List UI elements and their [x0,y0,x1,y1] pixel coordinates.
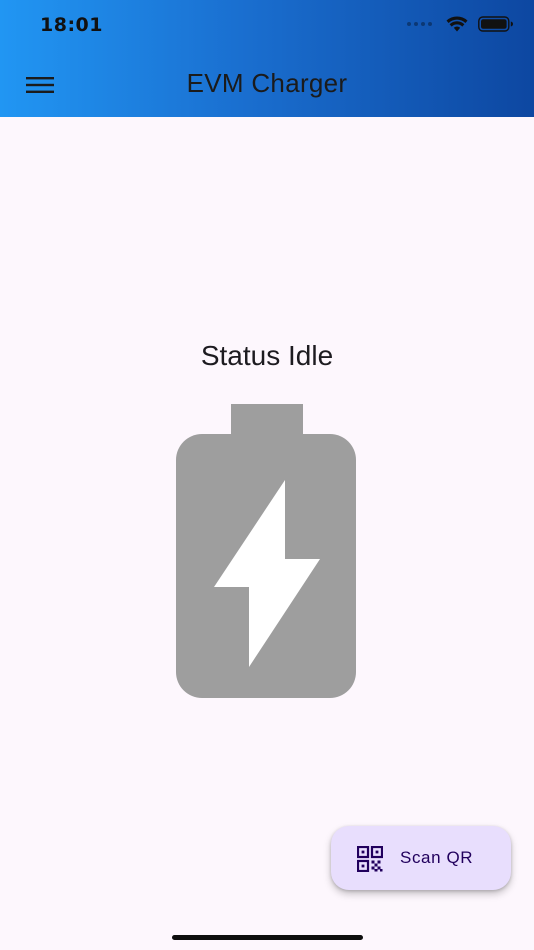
wifi-icon [446,16,468,32]
scan-qr-label: Scan QR [400,848,474,867]
home-indicator[interactable] [172,935,363,940]
scan-qr-button[interactable]: Scan QR [331,826,511,890]
battery-terminal [231,404,303,438]
app-title: EVM Charger [186,68,348,98]
charger-status-text: Status Idle [200,340,334,371]
battery-charging-icon [176,404,356,698]
qr-code-icon [357,846,383,872]
status-bar-time: 18:01 [40,14,103,36]
cellular-signal-icon [407,22,432,26]
battery-status-icon [478,16,513,32]
status-bar-icons [407,16,514,32]
app-bar: 18:01 EVM Charger [0,0,534,117]
